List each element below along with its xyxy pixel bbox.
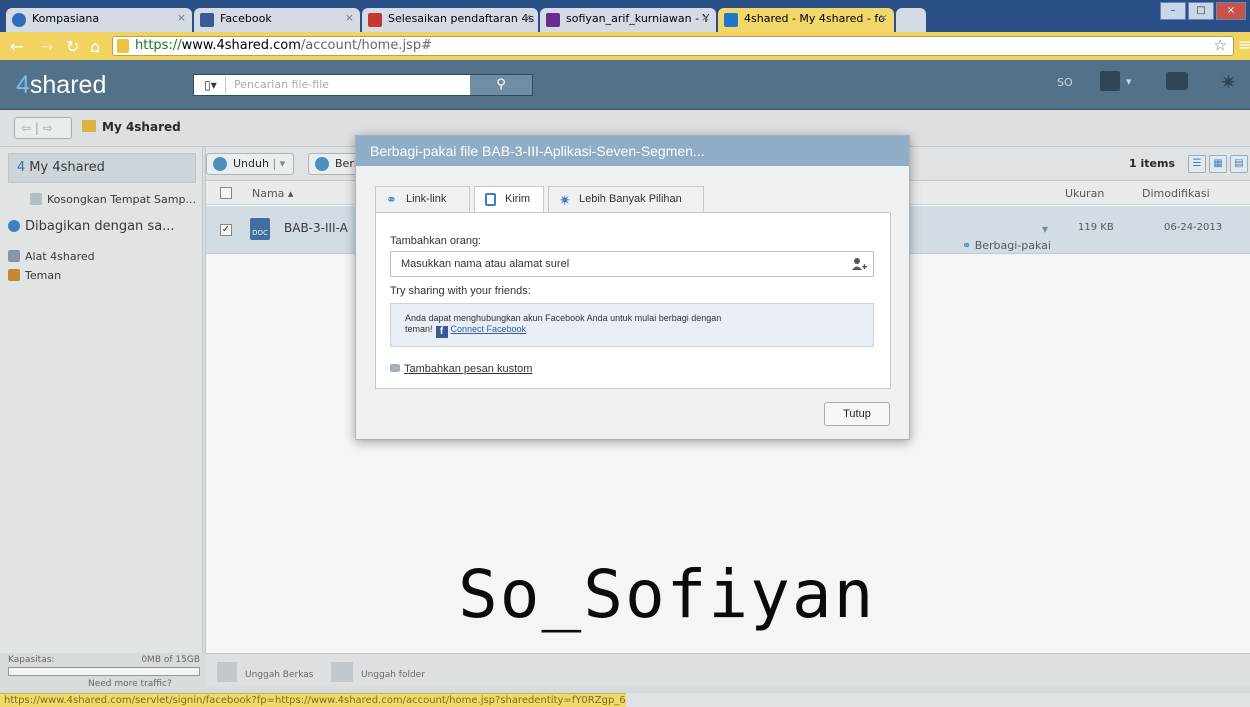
site-header: 4shared ▯▾ Pencarian file-file ⚲ SO ▾ ✷ (0, 60, 1250, 110)
home-icon[interactable]: ⌂ (90, 37, 100, 56)
tab-label: Selesaikan pendaftaran 4s (388, 12, 535, 25)
menu-icon[interactable]: ≡ (1238, 35, 1250, 54)
close-tab-icon[interactable]: × (879, 11, 888, 24)
search-icon[interactable]: ⚲ (470, 75, 532, 95)
logo-mark: 4 (16, 71, 30, 99)
gear-icon: ✷ (559, 192, 571, 208)
url-field[interactable]: https://www.4shared.com/account/home.jsp… (112, 36, 1234, 56)
bookmark-star-icon[interactable]: ☆ (1214, 36, 1227, 54)
search-input[interactable]: ▯▾ Pencarian file-file ⚲ (193, 74, 533, 96)
tab-label: Kompasiana (32, 12, 100, 25)
browser-tab-bar: Kompasiana × Facebook × Selesaikan penda… (0, 0, 1250, 32)
file-type-dropdown[interactable]: ▯▾ (196, 76, 226, 94)
chevron-down-icon[interactable]: ▾ (1126, 75, 1132, 88)
kompasiana-icon (12, 13, 26, 27)
4shared-icon (724, 13, 738, 27)
logo-text: shared (29, 71, 107, 99)
send-panel: Tambahkan orang: Masukkan nama atau alam… (375, 212, 891, 389)
watermark-text: So_Sofiyan (458, 556, 876, 633)
add-person-icon[interactable] (851, 256, 867, 272)
url-host: www.4shared.com (181, 38, 301, 53)
lock-icon (117, 39, 129, 53)
url-path: /account/home.jsp# (300, 38, 432, 53)
avatar[interactable] (1100, 71, 1120, 91)
close-tab-icon[interactable]: × (177, 11, 186, 24)
add-people-input[interactable]: Masukkan nama atau alamat surel (390, 251, 874, 277)
new-tab-button[interactable] (896, 8, 926, 32)
tab-label: sofiyan_arif_kurniawan - Y (566, 12, 710, 25)
tab-label: Link-link (406, 193, 447, 205)
reload-icon[interactable]: ↻ (66, 37, 79, 56)
close-tab-icon[interactable]: × (345, 11, 354, 24)
tab-links[interactable]: ⚭ Link-link (375, 186, 470, 213)
share-dialog: Berbagi-pakai file BAB-3-III-Aplikasi-Se… (355, 135, 910, 440)
messages-icon[interactable] (1166, 72, 1188, 90)
facebook-connect-text-2: teman! (405, 324, 433, 334)
minimize-icon[interactable]: – (1160, 2, 1186, 20)
facebook-icon (200, 13, 214, 27)
tab-kompasiana[interactable]: Kompasiana × (6, 8, 192, 32)
send-icon (485, 193, 496, 206)
tab-label: 4shared - My 4shared - fo (744, 12, 885, 25)
forward-icon[interactable]: → (40, 37, 53, 56)
tab-send[interactable]: Kirim (474, 186, 544, 214)
search-placeholder: Pencarian file-file (234, 78, 330, 91)
close-tab-icon[interactable]: × (701, 11, 710, 24)
close-tab-icon[interactable]: × (523, 11, 532, 24)
close-window-icon[interactable]: × (1216, 2, 1246, 20)
user-initials: SO (1057, 76, 1073, 89)
tab-yahoo-mail[interactable]: sofiyan_arif_kurniawan - Y × (540, 8, 716, 32)
connect-facebook-link[interactable]: Connect Facebook (451, 324, 527, 334)
gear-icon[interactable]: ✷ (1220, 70, 1237, 94)
tab-label: Kirim (505, 193, 531, 205)
back-icon[interactable]: ← (10, 37, 23, 56)
tab-label: Lebih Banyak Pilihan (579, 193, 682, 205)
tab-label: Facebook (220, 12, 272, 25)
tab-gmail[interactable]: Selesaikan pendaftaran 4s × (362, 8, 538, 32)
facebook-icon: f (435, 326, 448, 338)
try-sharing-label: Try sharing with your friends: (390, 285, 531, 297)
tab-4shared[interactable]: 4shared - My 4shared - fo × (718, 8, 894, 32)
add-people-placeholder: Masukkan nama atau alamat surel (401, 258, 570, 270)
close-button[interactable]: Tutup (824, 402, 890, 426)
maximize-icon[interactable]: □ (1188, 2, 1214, 20)
link-icon: ⚭ (386, 192, 397, 207)
add-custom-message-link[interactable]: Tambahkan pesan kustom (390, 363, 532, 375)
address-bar-row: ← → ↻ ⌂ https://www.4shared.com/account/… (0, 32, 1250, 60)
speech-bubble-icon (390, 364, 400, 372)
dialog-title: Berbagi-pakai file BAB-3-III-Aplikasi-Se… (356, 136, 909, 166)
add-people-label: Tambahkan orang: (390, 235, 482, 247)
facebook-connect-text: Anda dapat menghubungkan akun Facebook A… (405, 313, 722, 323)
tab-facebook[interactable]: Facebook × (194, 8, 360, 32)
url-scheme: https:// (135, 38, 182, 53)
browser-status-bar: https://www.4shared.com/servlet/signin/f… (0, 693, 626, 707)
add-message-label: Tambahkan pesan kustom (404, 363, 533, 375)
facebook-connect-box: Anda dapat menghubungkan akun Facebook A… (390, 303, 874, 347)
gmail-icon (368, 13, 382, 27)
yahoo-mail-icon (546, 13, 560, 27)
4shared-logo[interactable]: 4shared (16, 71, 106, 100)
tab-more-options[interactable]: ✷ Lebih Banyak Pilihan (548, 186, 704, 213)
